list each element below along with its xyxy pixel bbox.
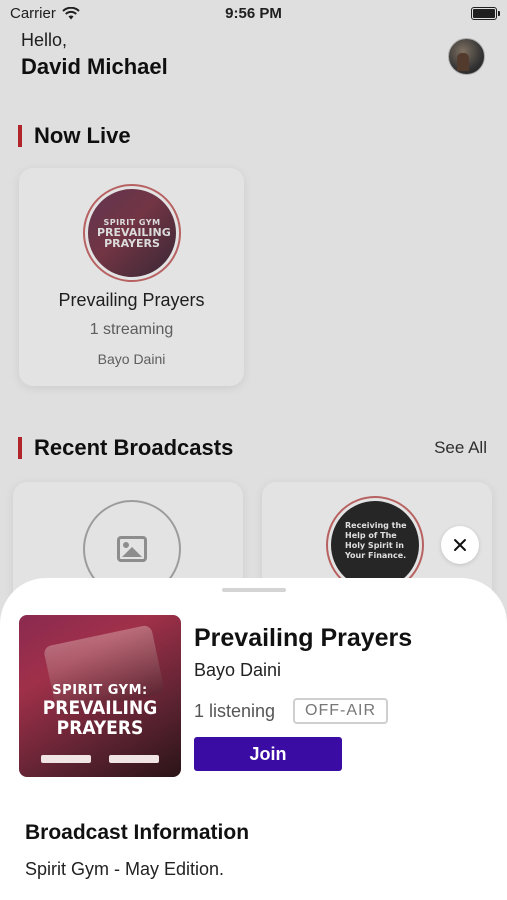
broadcast-host: Bayo Daini bbox=[194, 660, 282, 680]
close-button[interactable] bbox=[441, 526, 479, 564]
cover-line1: SPIRIT GYM: bbox=[52, 683, 148, 698]
broadcast-cover-image: SPIRIT GYM: PREVAILING PRAYERS bbox=[19, 615, 181, 777]
cover-date-pill bbox=[41, 755, 91, 763]
close-icon bbox=[454, 539, 466, 551]
sheet-drag-handle[interactable] bbox=[222, 588, 286, 592]
broadcast-info-heading: Broadcast Information bbox=[25, 821, 250, 844]
broadcast-info-text: Spirit Gym - May Edition. bbox=[25, 859, 225, 879]
status-badge: OFF-AIR bbox=[293, 698, 388, 724]
join-button[interactable]: Join bbox=[194, 737, 342, 771]
listener-count: 1 listening bbox=[194, 701, 276, 721]
broadcast-bottom-sheet: SPIRIT GYM: PREVAILING PRAYERS Prevailin… bbox=[0, 578, 507, 900]
cover-time-pill bbox=[109, 755, 159, 763]
broadcast-title: Prevailing Prayers bbox=[194, 624, 413, 652]
cover-line2: PREVAILING PRAYERS bbox=[42, 697, 158, 739]
